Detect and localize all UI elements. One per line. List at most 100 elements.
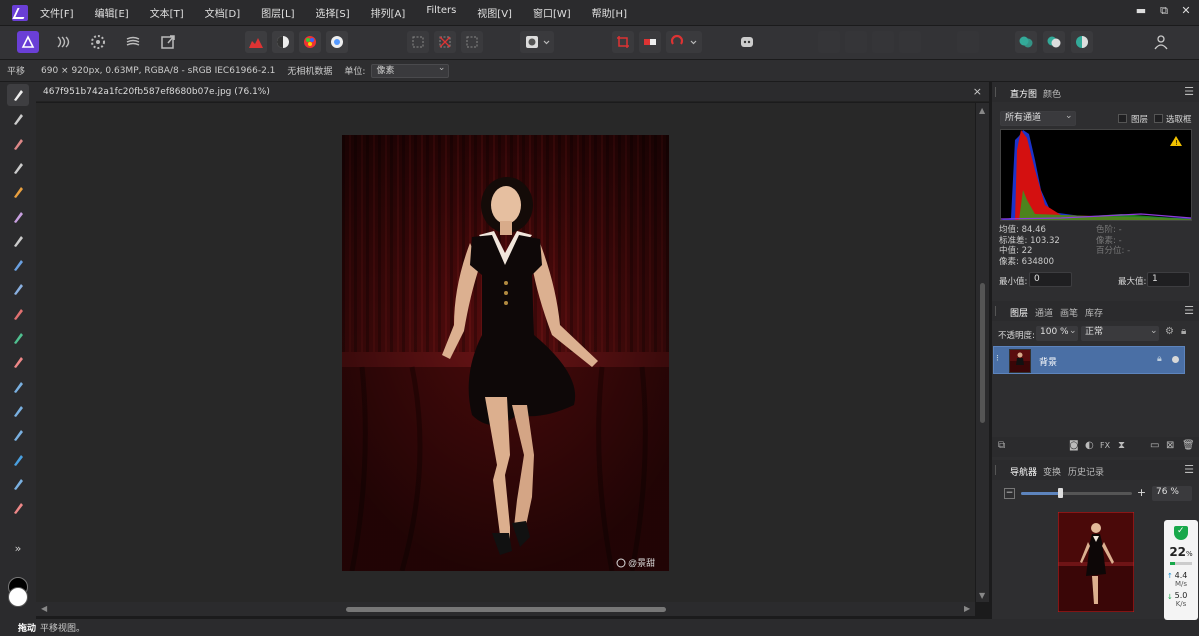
scroll-up-arrow-icon[interactable]: ▲ <box>979 106 985 115</box>
color-picker-icon[interactable] <box>7 133 29 155</box>
live-filter-icon[interactable]: ⧗ <box>1118 440 1125 451</box>
tab-color[interactable]: 颜色 <box>1043 87 1061 100</box>
horizontal-scrollbar[interactable]: ◀ ▶ <box>36 602 975 616</box>
invert-selection-icon[interactable] <box>461 31 483 53</box>
max-value-field[interactable]: 1 <box>1147 272 1190 287</box>
primary-color-swatch[interactable] <box>8 587 28 607</box>
blend-mode-select[interactable]: 正常 <box>1081 326 1159 341</box>
zoom-out-button[interactable]: − <box>1004 488 1015 499</box>
clone-brush-icon[interactable] <box>7 400 29 422</box>
assistant-icon[interactable] <box>736 31 758 53</box>
arrange-icon[interactable] <box>957 31 979 53</box>
more-tools-icon[interactable]: » <box>7 537 29 559</box>
zoom-in-button[interactable]: + <box>1136 487 1147 499</box>
zoom-slider-handle[interactable] <box>1057 488 1063 498</box>
group-folder-icon[interactable]: ▭ <box>1150 440 1159 451</box>
scroll-left-arrow-icon[interactable]: ◀ <box>41 604 47 613</box>
photo-persona-icon[interactable] <box>17 31 39 53</box>
horizontal-scroll-thumb[interactable] <box>346 607 666 612</box>
selection-brush-icon[interactable] <box>7 181 29 203</box>
healing-brush-icon[interactable] <box>7 473 29 495</box>
restore-button[interactable]: ⧉ <box>1157 4 1171 18</box>
boolean-subtract-icon[interactable] <box>1043 31 1065 53</box>
close-document-button[interactable]: × <box>973 85 982 98</box>
histogram-menu-icon[interactable]: ☰ <box>1184 85 1194 98</box>
selection-mode-icon[interactable] <box>407 31 429 53</box>
adjustment-layer-icon[interactable]: ◐ <box>1085 440 1094 451</box>
fx-icon[interactable]: FX <box>1100 441 1110 450</box>
layer-copy-icon[interactable]: ⧉ <box>998 440 1005 451</box>
liquify-persona-icon[interactable] <box>52 31 74 53</box>
zoom-slider-track[interactable] <box>1021 488 1132 498</box>
layer-name[interactable]: 背景 <box>1039 355 1057 368</box>
navigator-preview[interactable] <box>1058 512 1134 612</box>
mask-layer-icon[interactable]: ◙ <box>1069 440 1079 451</box>
smudge-brush-icon[interactable] <box>7 424 29 446</box>
boolean-add-icon[interactable] <box>1015 31 1037 53</box>
trash-icon[interactable]: 🗑︎ <box>1182 440 1195 451</box>
align-left-icon[interactable] <box>818 31 840 53</box>
align-right-icon[interactable] <box>872 31 894 53</box>
tab-navigator[interactable]: 导航器 <box>1006 460 1041 480</box>
tab-history[interactable]: 历史记录 <box>1068 465 1104 478</box>
crop-snap-icon[interactable] <box>612 31 634 53</box>
crop-tool-icon[interactable] <box>7 157 29 179</box>
layer-checkbox[interactable] <box>1118 114 1127 123</box>
layer-visible-dot-icon[interactable] <box>1172 356 1179 363</box>
auto-levels-icon[interactable] <box>245 31 267 53</box>
menu-item-7[interactable]: Filters <box>426 5 456 20</box>
auto-colors-icon[interactable] <box>299 31 321 53</box>
menu-item-5[interactable]: 选择[S] <box>316 5 350 20</box>
align-top-icon[interactable] <box>899 31 921 53</box>
document-tab[interactable]: 467f951b742a1fc20fb587ef8680b07e.jpg (76… <box>36 82 989 102</box>
pixel-brush-icon[interactable] <box>7 303 29 325</box>
export-persona-icon[interactable] <box>157 31 179 53</box>
affinity-photo-logo[interactable] <box>12 4 28 21</box>
color-replace-icon[interactable] <box>7 327 29 349</box>
scroll-right-arrow-icon[interactable]: ▶ <box>964 604 970 613</box>
layer-visibility-icon[interactable]: ⁝ <box>996 354 999 364</box>
minimize-button[interactable]: ▬ <box>1134 4 1148 17</box>
menu-item-4[interactable]: 图层[L] <box>261 5 294 20</box>
boolean-intersect-icon[interactable] <box>1071 31 1093 53</box>
min-value-field[interactable]: 0 <box>1029 272 1072 287</box>
user-account-icon[interactable] <box>1150 31 1172 53</box>
align-center-icon[interactable] <box>845 31 867 53</box>
menu-item-3[interactable]: 文档[D] <box>205 5 241 20</box>
hand-tool-icon[interactable] <box>7 84 29 106</box>
menu-item-9[interactable]: 窗口[W] <box>533 5 571 20</box>
close-window-button[interactable]: ✕ <box>1179 4 1193 17</box>
tab-brushes[interactable]: 画笔 <box>1060 306 1078 319</box>
move-tool-icon[interactable] <box>7 108 29 130</box>
auto-contrast-icon[interactable] <box>272 31 294 53</box>
paint-brush-icon[interactable] <box>7 278 29 300</box>
erase-brush-icon[interactable] <box>7 351 29 373</box>
marquee-checkbox[interactable] <box>1154 114 1163 123</box>
layer-row-background[interactable]: ⁝ 背景 🔒︎ <box>993 346 1185 374</box>
deselect-icon[interactable] <box>434 31 456 53</box>
flood-fill-icon[interactable] <box>7 254 29 276</box>
quick-mask-dropdown-icon[interactable] <box>520 31 554 53</box>
unit-select[interactable]: 像素 <box>371 62 450 78</box>
auto-white-balance-icon[interactable] <box>326 31 348 53</box>
menu-item-0[interactable]: 文件[F] <box>40 5 74 20</box>
dodge-brush-icon[interactable] <box>7 376 29 398</box>
vertical-scroll-thumb[interactable] <box>980 283 985 423</box>
merge-icon[interactable]: ⊠ <box>1166 440 1174 451</box>
tab-channels[interactable]: 通道 <box>1035 306 1053 319</box>
layer-lock-icon[interactable]: 🔒︎ <box>1157 354 1162 364</box>
lock-icon[interactable]: 🔒︎ <box>1181 326 1186 337</box>
tab-layers[interactable]: 图层 <box>1006 301 1032 321</box>
canvas[interactable]: @景甜 <box>36 103 975 602</box>
menu-item-6[interactable]: 排列[A] <box>371 5 406 20</box>
tab-stock[interactable]: 库存 <box>1085 306 1103 319</box>
menu-item-1[interactable]: 编辑[E] <box>95 5 129 20</box>
vertical-scrollbar[interactable]: ▲ ▼ <box>976 103 989 602</box>
menu-item-2[interactable]: 文本[T] <box>150 5 184 20</box>
blur-brush-icon[interactable] <box>7 449 29 471</box>
tone-mapping-persona-icon[interactable] <box>122 31 144 53</box>
tab-transform[interactable]: 变换 <box>1043 465 1061 478</box>
menu-item-10[interactable]: 帮助[H] <box>592 5 627 20</box>
marquee-tool-icon[interactable] <box>7 230 29 252</box>
pen-tool-icon[interactable] <box>7 497 29 519</box>
